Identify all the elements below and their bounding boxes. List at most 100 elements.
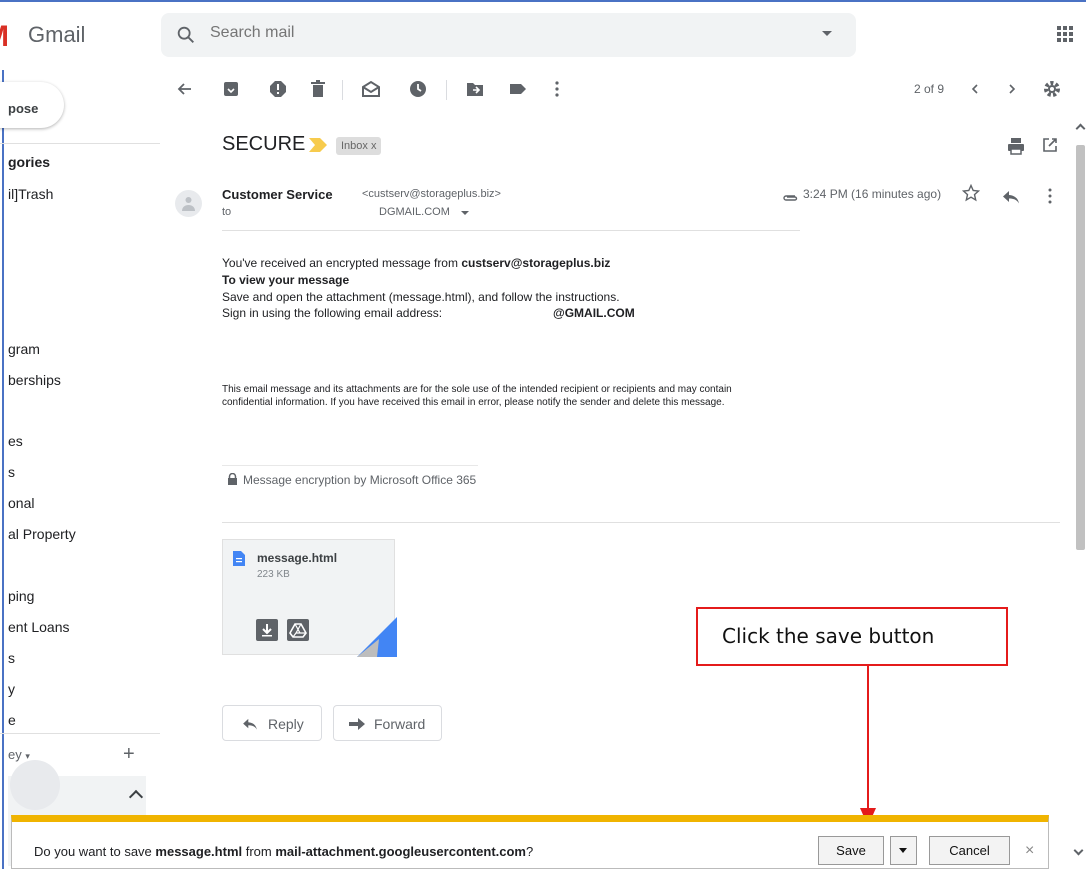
inbox-label-badge[interactable]: Inbox x: [336, 137, 382, 155]
recipient-address: DGMAIL.COM: [379, 206, 450, 218]
attachment-corner-fold: [357, 617, 397, 657]
hangouts-bubble-icon: [10, 760, 60, 810]
hangouts-user-label: ey: [8, 747, 22, 762]
hangouts-user[interactable]: ey ▾: [8, 747, 30, 762]
reply-arrow-icon: [243, 718, 257, 730]
sidebar-item-e[interactable]: e: [8, 712, 16, 728]
snooze-icon[interactable]: [408, 79, 428, 99]
recipient-label: to: [222, 206, 232, 218]
annotation-text: Click the save button: [722, 624, 935, 648]
search-icon[interactable]: [175, 24, 197, 46]
sidebar-item-student-loans[interactable]: ent Loans: [8, 619, 70, 635]
scrollbar-thumb[interactable]: [1076, 145, 1085, 550]
download-prompt: Do you want to save message.html from ma…: [34, 844, 533, 859]
remove-label-icon[interactable]: x: [371, 140, 377, 152]
settings-gear-icon[interactable]: [1042, 79, 1062, 99]
person-icon: [182, 196, 195, 211]
report-spam-icon[interactable]: [268, 79, 288, 99]
download-icon: [262, 624, 272, 637]
sender-name[interactable]: Customer Service: [222, 187, 333, 202]
importance-marker-icon[interactable]: [309, 138, 327, 152]
delete-icon[interactable]: [308, 79, 328, 99]
search-options-icon[interactable]: [822, 31, 832, 36]
forward-arrow-icon: [349, 718, 365, 730]
sidebar-item-personal[interactable]: onal: [8, 495, 34, 511]
lock-icon: [227, 472, 238, 485]
older-chevron-icon[interactable]: [1002, 79, 1022, 99]
encryption-note: Message encryption by Microsoft Office 3…: [243, 473, 477, 487]
inbox-label-text: Inbox: [341, 140, 368, 152]
download-prompt-suffix: ?: [526, 844, 534, 859]
document-icon: [233, 551, 245, 566]
body-heading: To view your message: [222, 273, 350, 287]
forward-button-label: Forward: [374, 716, 426, 732]
print-icon[interactable]: [1006, 136, 1026, 156]
app-logo-text[interactable]: Gmail: [28, 22, 85, 48]
sidebar-item-property[interactable]: al Property: [8, 526, 76, 542]
sidebar-item-program[interactable]: gram: [8, 341, 40, 357]
encryption-divider: [222, 465, 478, 466]
sidebar-item-s-2[interactable]: s: [8, 650, 15, 666]
newer-chevron-icon[interactable]: [965, 79, 985, 99]
download-file-name: message.html: [155, 844, 243, 859]
sidebar-item-shopping[interactable]: ping: [8, 588, 34, 604]
more-options-icon[interactable]: [547, 79, 567, 99]
disclaimer-line-1: This email message and its attachments a…: [222, 384, 732, 395]
attachment-file-name[interactable]: message.html: [257, 551, 337, 565]
gmail-logo-icon[interactable]: M: [0, 18, 10, 52]
attachments-divider: [222, 522, 1060, 523]
download-prompt-prefix: Do you want to save: [34, 844, 156, 859]
sidebar-item-s[interactable]: s: [8, 464, 15, 480]
body-intro-text: You've received an encrypted message fro…: [222, 256, 462, 270]
attachment-file-size: 223 KB: [257, 569, 290, 580]
body-sign-in: Sign in using the following email addres…: [222, 306, 443, 320]
apps-grid-icon[interactable]: [1057, 26, 1073, 42]
page-counter: 2 of 9: [914, 82, 945, 96]
sidebar-item-y[interactable]: y: [8, 681, 15, 697]
body-sender-address: custserv@storageplus.biz: [461, 256, 611, 270]
sidebar-item-trash[interactable]: il]Trash: [8, 186, 53, 202]
forward-button[interactable]: Forward: [333, 705, 442, 741]
save-button[interactable]: Save: [818, 836, 884, 865]
reply-button-label: Reply: [268, 716, 304, 732]
body-instructions: Save and open the attachment (message.ht…: [222, 290, 620, 304]
toolbar-divider: [342, 80, 343, 100]
cancel-button[interactable]: Cancel: [929, 836, 1010, 865]
body-line-intro: You've received an encrypted message fro…: [222, 256, 610, 270]
label-icon[interactable]: [508, 79, 528, 99]
reply-button[interactable]: Reply: [222, 705, 322, 741]
archive-icon[interactable]: [221, 79, 241, 99]
save-options-caret-icon: [899, 848, 907, 853]
add-icon[interactable]: +: [123, 743, 135, 766]
drive-icon: [289, 623, 307, 638]
mark-unread-icon[interactable]: [361, 79, 381, 99]
message-timestamp: 3:24 PM (16 minutes ago): [803, 187, 942, 201]
download-prompt-middle: from: [242, 844, 276, 859]
download-host: mail-attachment.googleusercontent.com: [275, 844, 526, 859]
message-more-icon[interactable]: [1048, 188, 1052, 204]
sender-email: <custserv@storageplus.biz>: [362, 188, 501, 200]
star-icon[interactable]: [961, 183, 981, 202]
sidebar-item-memberships[interactable]: berships: [8, 372, 61, 388]
search-input[interactable]: [210, 24, 770, 42]
message-header-divider: [222, 230, 800, 231]
attachment-clip-icon: [782, 190, 798, 201]
back-arrow-icon[interactable]: [175, 79, 195, 99]
annotation-arrow: [867, 665, 869, 810]
sidebar-divider: [0, 733, 160, 734]
reply-icon[interactable]: [1002, 190, 1020, 204]
close-icon[interactable]: ×: [1025, 842, 1034, 860]
toolbar-divider: [446, 80, 447, 100]
save-to-drive-button[interactable]: [287, 619, 309, 641]
compose-label: pose: [8, 101, 39, 116]
download-attachment-button[interactable]: [256, 619, 278, 641]
move-to-icon[interactable]: [465, 79, 485, 99]
sidebar-item-es[interactable]: es: [8, 433, 23, 449]
disclaimer-line-2: confidential information. If you have re…: [222, 397, 725, 408]
body-sign-in-email: @GMAIL.COM: [553, 306, 635, 320]
open-in-new-window-icon[interactable]: [1041, 136, 1059, 154]
window-left-edge: [2, 70, 4, 869]
sidebar-divider: [0, 143, 160, 144]
sidebar-item-categories[interactable]: gories: [8, 154, 50, 170]
show-details-icon[interactable]: [461, 211, 469, 215]
